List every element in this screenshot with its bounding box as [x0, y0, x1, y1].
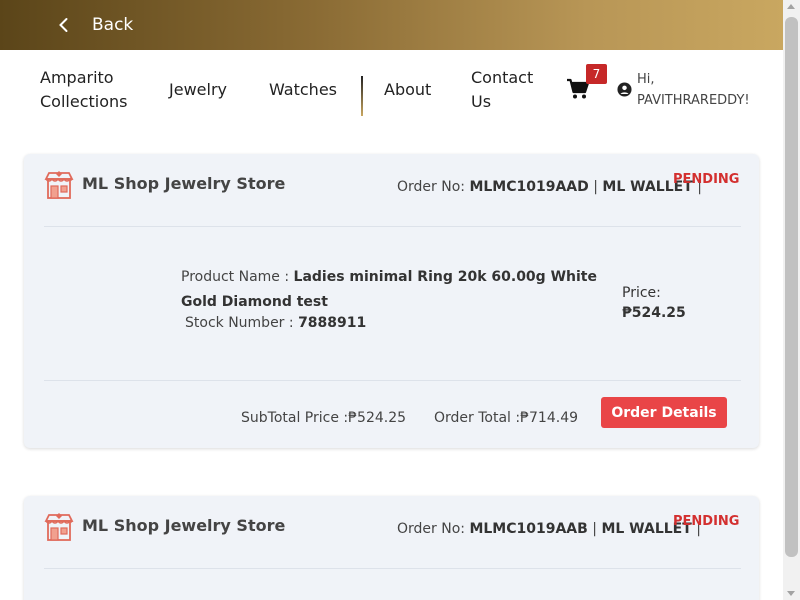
divider [44, 380, 741, 381]
top-bar: Back [0, 0, 783, 50]
price-label: Price: [622, 285, 661, 301]
nav-watches[interactable]: Watches [269, 78, 337, 102]
scroll-down-arrow-icon[interactable] [787, 591, 795, 596]
order-no-value: MLMC1019AAD [469, 179, 589, 195]
status-badge: PENDING [673, 172, 740, 187]
store-name: ML Shop Jewelry Store [82, 516, 286, 535]
nav-jewelry[interactable]: Jewelry [169, 78, 227, 102]
order-no-label: Order No: [397, 521, 465, 537]
order-card: ML Shop Jewelry Store Order No: MLMC1019… [24, 496, 759, 600]
nav-about[interactable]: About [384, 78, 431, 102]
nav-amparito-collections[interactable]: Amparito Collections [40, 66, 150, 114]
order-details-button[interactable]: Order Details [601, 397, 727, 428]
stock-number-value: 7888911 [298, 315, 367, 331]
product-name: Product Name : Ladies minimal Ring 20k 6… [181, 265, 621, 315]
order-number: Order No: MLMC1019AAB | ML WALLET | [397, 521, 701, 537]
store-icon [44, 171, 74, 199]
user-greeting[interactable]: Hi, PAVITHRAREDDY! [637, 69, 750, 111]
order-no-label: Order No: [397, 179, 465, 195]
order-no-value: MLMC1019AAB [469, 521, 588, 537]
subtotal-label: SubTotal Price : [241, 410, 349, 426]
nav-contact-us[interactable]: Contact Us [471, 66, 551, 114]
price: Price: ₱524.25 [622, 283, 686, 323]
stock-number-label: Stock Number : [185, 315, 294, 331]
order-total-label: Order Total : [434, 410, 521, 426]
nav-divider [361, 76, 363, 116]
scrollbar-thumb[interactable] [785, 17, 798, 557]
product-name-label: Product Name : [181, 269, 290, 285]
order-card: ML Shop Jewelry Store Order No: MLMC1019… [24, 154, 759, 448]
back-label: Back [92, 15, 134, 35]
subtotal-price: SubTotal Price :₱524.25 [241, 410, 406, 426]
price-value: ₱524.25 [622, 305, 686, 321]
store-name: ML Shop Jewelry Store [82, 174, 286, 193]
user-account-icon[interactable] [617, 82, 632, 97]
main-nav: Amparito Collections Jewelry Watches Abo… [0, 50, 783, 134]
scrollbar[interactable] [783, 0, 800, 600]
username-text: PAVITHRAREDDY! [637, 93, 750, 108]
divider [44, 568, 741, 569]
back-button[interactable]: Back [56, 15, 133, 35]
cart-count-badge: 7 [586, 64, 607, 84]
store-icon [44, 513, 74, 541]
order-total-value: ₱714.49 [520, 410, 579, 426]
stock-number: Stock Number : 7888911 [185, 315, 366, 331]
subtotal-value: ₱524.25 [348, 410, 407, 426]
status-badge: PENDING [673, 514, 740, 529]
divider [44, 226, 741, 227]
order-total: Order Total :₱714.49 [434, 410, 578, 426]
scroll-up-arrow-icon[interactable] [787, 4, 795, 9]
chevron-left-icon [59, 18, 68, 32]
order-number: Order No: MLMC1019AAD | ML WALLET | [397, 179, 702, 195]
greeting-text: Hi, [637, 72, 655, 87]
